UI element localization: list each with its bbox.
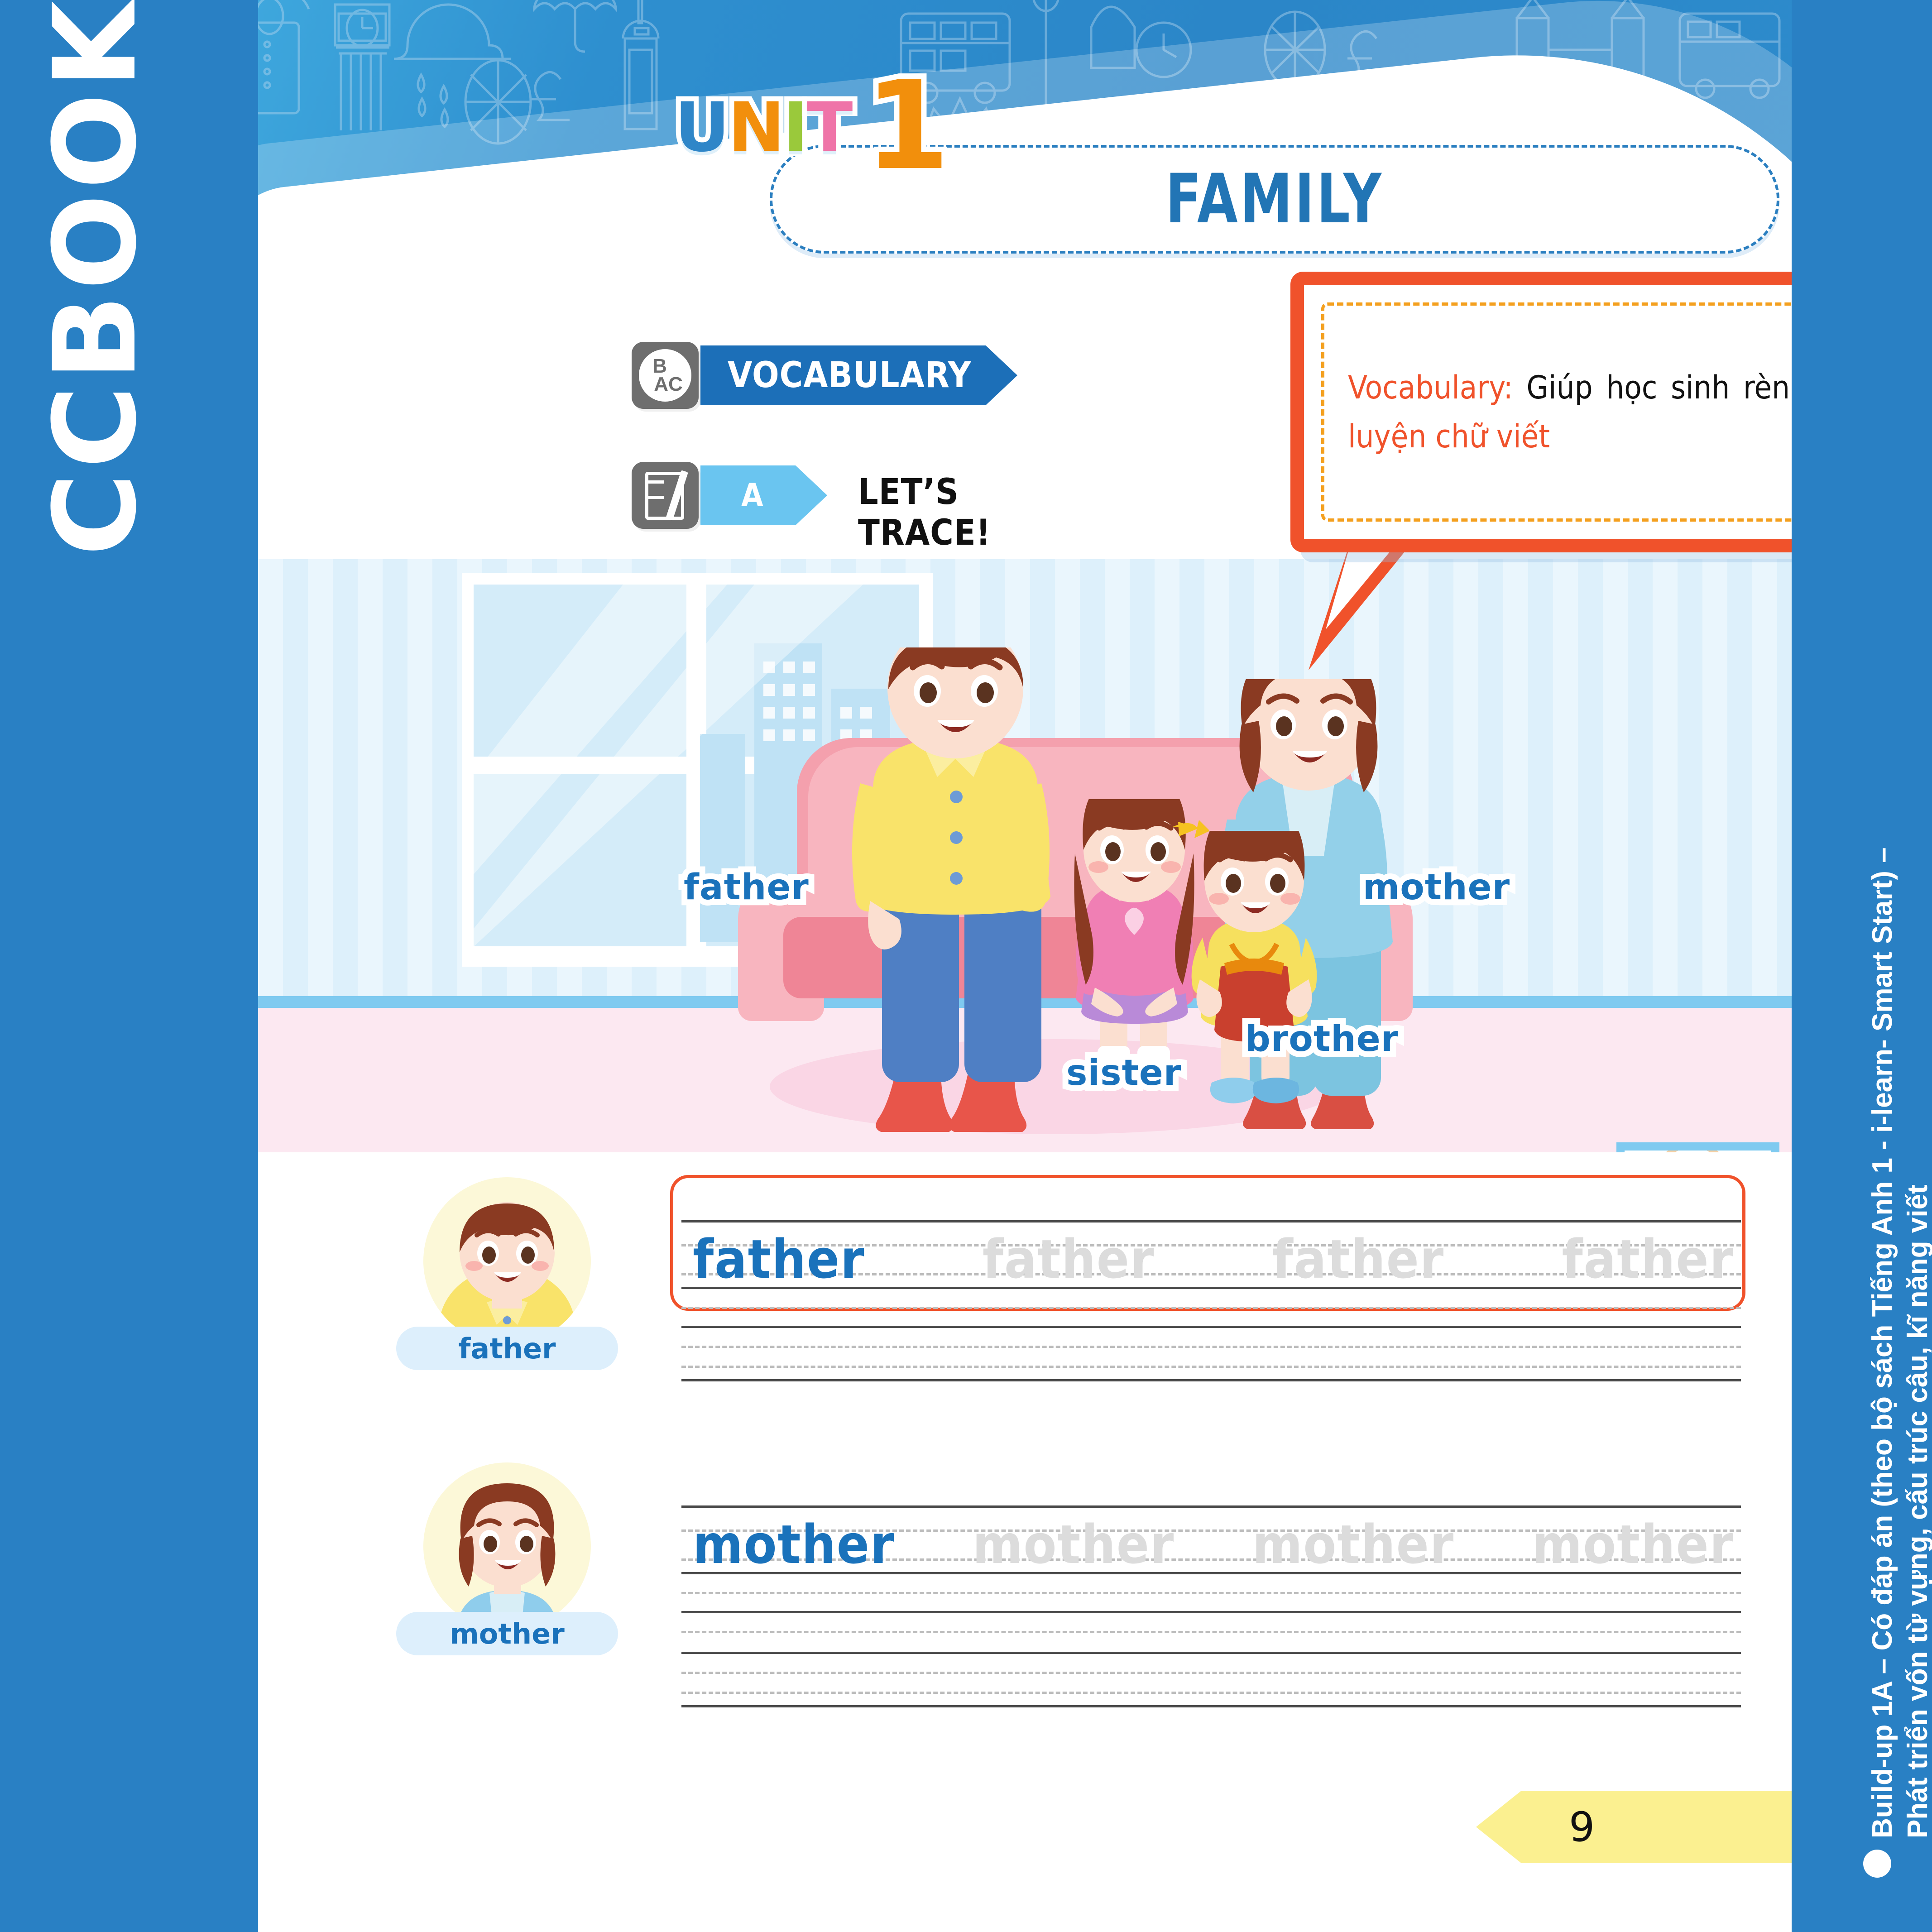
brand-logo: CCBOOK <box>29 0 161 556</box>
scene-picture-frame <box>1616 1141 1779 1152</box>
avatar-label-father: father <box>396 1327 618 1370</box>
brand-strip: CCBOOK <box>0 0 258 1932</box>
callout-text: Vocabulary: Giúp học sinh rèn luyện chữ … <box>1348 363 1790 461</box>
scene-label-father: father <box>678 861 815 914</box>
page-root: CCBOOK Build-up 1A – Có đáp án (theo bộ … <box>0 0 1932 1932</box>
unit-letter-u: U <box>670 83 735 172</box>
callout-part-2: Giúp học sinh rèn <box>1526 369 1790 406</box>
trace-ghost-father-2: father <box>1272 1228 1445 1290</box>
callout-body: Vocabulary: Giúp học sinh rèn luyện chữ … <box>1290 272 1792 552</box>
avatar-circle-father <box>423 1177 591 1345</box>
avatar-circle-mother <box>423 1462 591 1630</box>
page-title: FAMILY <box>1165 160 1384 239</box>
unit-badge: UNIT <box>670 83 858 172</box>
right-rail-text: Build-up 1A – Có đáp án (theo bộ sách Ti… <box>1787 0 1932 1932</box>
family-scene: father mother sister brother <box>258 559 1792 1152</box>
callout-dashed-border: Vocabulary: Giúp học sinh rèn luyện chữ … <box>1321 302 1792 522</box>
section-label-lets-trace: LET’S TRACE! <box>858 472 991 553</box>
character-father <box>852 647 1050 1132</box>
frame-artwork <box>1666 1141 1719 1152</box>
unit-letter-t: T <box>801 83 858 172</box>
avatar-label-mother: mother <box>396 1612 618 1655</box>
trace-word-mother-1: mother <box>693 1513 895 1576</box>
rail-line-1: Build-up 1A – Có đáp án (theo bộ sách Ti… <box>1867 847 1898 1838</box>
bac-letter-ac: AC <box>654 373 683 395</box>
callout-part-3: luyện chữ viết <box>1348 418 1550 455</box>
bac-letter-b: B <box>652 355 667 377</box>
book-pencil-icon <box>632 462 699 529</box>
scene-label-sister: sister <box>1060 1047 1187 1099</box>
section-tab-vocabulary: VOCABULARY <box>700 345 1017 405</box>
callout-part-1: Vocabulary: <box>1348 369 1513 406</box>
unit-letter-n: N <box>723 83 790 172</box>
bullet-dot-icon <box>1863 1850 1891 1878</box>
page-number-tag: 9 <box>1476 1791 1792 1863</box>
scene-label-brother: brother <box>1239 1013 1404 1065</box>
trace-ghost-father-1: father <box>982 1228 1155 1290</box>
right-rail: Build-up 1A – Có đáp án (theo bộ sách Ti… <box>1792 0 1932 1932</box>
trace-ghost-mother-2: mother <box>1252 1513 1455 1576</box>
trace-ghost-father-3: father <box>1562 1228 1734 1290</box>
trace-word-father-1: father <box>693 1228 865 1290</box>
unit-number: 1 <box>859 49 955 202</box>
character-brother <box>1191 831 1317 1103</box>
trace-ghost-mother-3: mother <box>1532 1513 1734 1576</box>
bac-circle-icon: B AC <box>632 342 699 409</box>
trace-section: father father father father father mothe… <box>258 1168 1792 1757</box>
page-content: UNIT 1 FAMILY B AC VOCABULARY A LET’S TR… <box>258 0 1792 1932</box>
scene-label-mother: mother <box>1357 861 1515 914</box>
rail-line-2: Phát triển vốn từ vựng, cấu trúc câu, kĩ… <box>1902 1184 1932 1838</box>
vocabulary-callout: Vocabulary: Giúp học sinh rèn luyện chữ … <box>1290 272 1792 670</box>
section-tab-letter-a: A <box>700 465 827 525</box>
trace-ghost-mother-1: mother <box>972 1513 1175 1576</box>
unit-letter-i: I <box>778 83 813 172</box>
